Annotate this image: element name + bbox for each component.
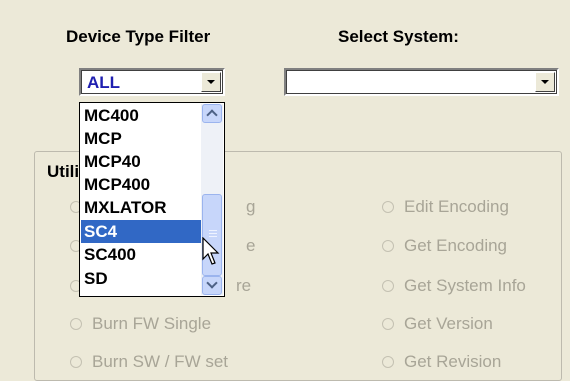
list-item[interactable]: SC400	[81, 243, 201, 266]
radio-button-icon	[382, 201, 394, 213]
list-item[interactable]: MCP	[81, 127, 201, 150]
list-item[interactable]: MCP400	[81, 173, 201, 196]
chevron-down-icon	[541, 80, 549, 84]
radio-button-icon	[382, 280, 394, 292]
select-system-dropdown-button[interactable]	[535, 72, 555, 92]
list-item[interactable]: MC400	[81, 104, 201, 127]
chevron-down-icon	[206, 277, 218, 289]
radio-button-icon	[382, 318, 394, 330]
radio-button-icon	[70, 356, 82, 368]
list-item[interactable]: MXLATOR	[81, 196, 201, 219]
chevron-down-icon	[207, 80, 215, 84]
radio-burn-fw-single[interactable]: Burn FW Single	[70, 314, 211, 334]
device-type-combobox[interactable]: ALL	[79, 68, 225, 96]
list-item-highlighted[interactable]: SC4	[81, 220, 201, 243]
radio-get-encoding[interactable]: Get Encoding	[382, 236, 507, 256]
list-item[interactable]: MCP40	[81, 150, 201, 173]
select-system-label: Select System:	[338, 27, 459, 46]
grip-line	[209, 230, 217, 231]
mouse-pointer-icon	[202, 237, 220, 265]
scroll-up-button[interactable]	[202, 104, 222, 123]
radio-burn-sw-fw-set[interactable]: Burn SW / FW set	[70, 352, 228, 372]
device-type-dropdown-button[interactable]	[201, 72, 221, 92]
device-type-selected-value: ALL	[87, 73, 121, 92]
radio-edit-encoding[interactable]: Edit Encoding	[382, 197, 509, 217]
utilities-group-title: Utili	[45, 162, 82, 182]
chevron-up-icon	[206, 109, 218, 121]
list-item[interactable]: SD	[81, 267, 201, 290]
radio-get-revision[interactable]: Get Revision	[382, 352, 501, 372]
device-type-dropdown-list[interactable]: MC400 MCP MCP40 MCP400 MXLATOR SC4 SC400…	[79, 102, 225, 297]
radio-button-icon	[382, 240, 394, 252]
radio-button-icon	[70, 318, 82, 330]
scroll-down-button[interactable]	[202, 276, 222, 295]
radio-get-system-info[interactable]: Get System Info	[382, 276, 526, 296]
radio-button-icon	[382, 356, 394, 368]
select-system-combobox[interactable]	[284, 68, 559, 96]
device-type-filter-label: Device Type Filter	[66, 27, 211, 46]
grip-line	[209, 233, 217, 234]
radio-get-version[interactable]: Get Version	[382, 314, 493, 334]
